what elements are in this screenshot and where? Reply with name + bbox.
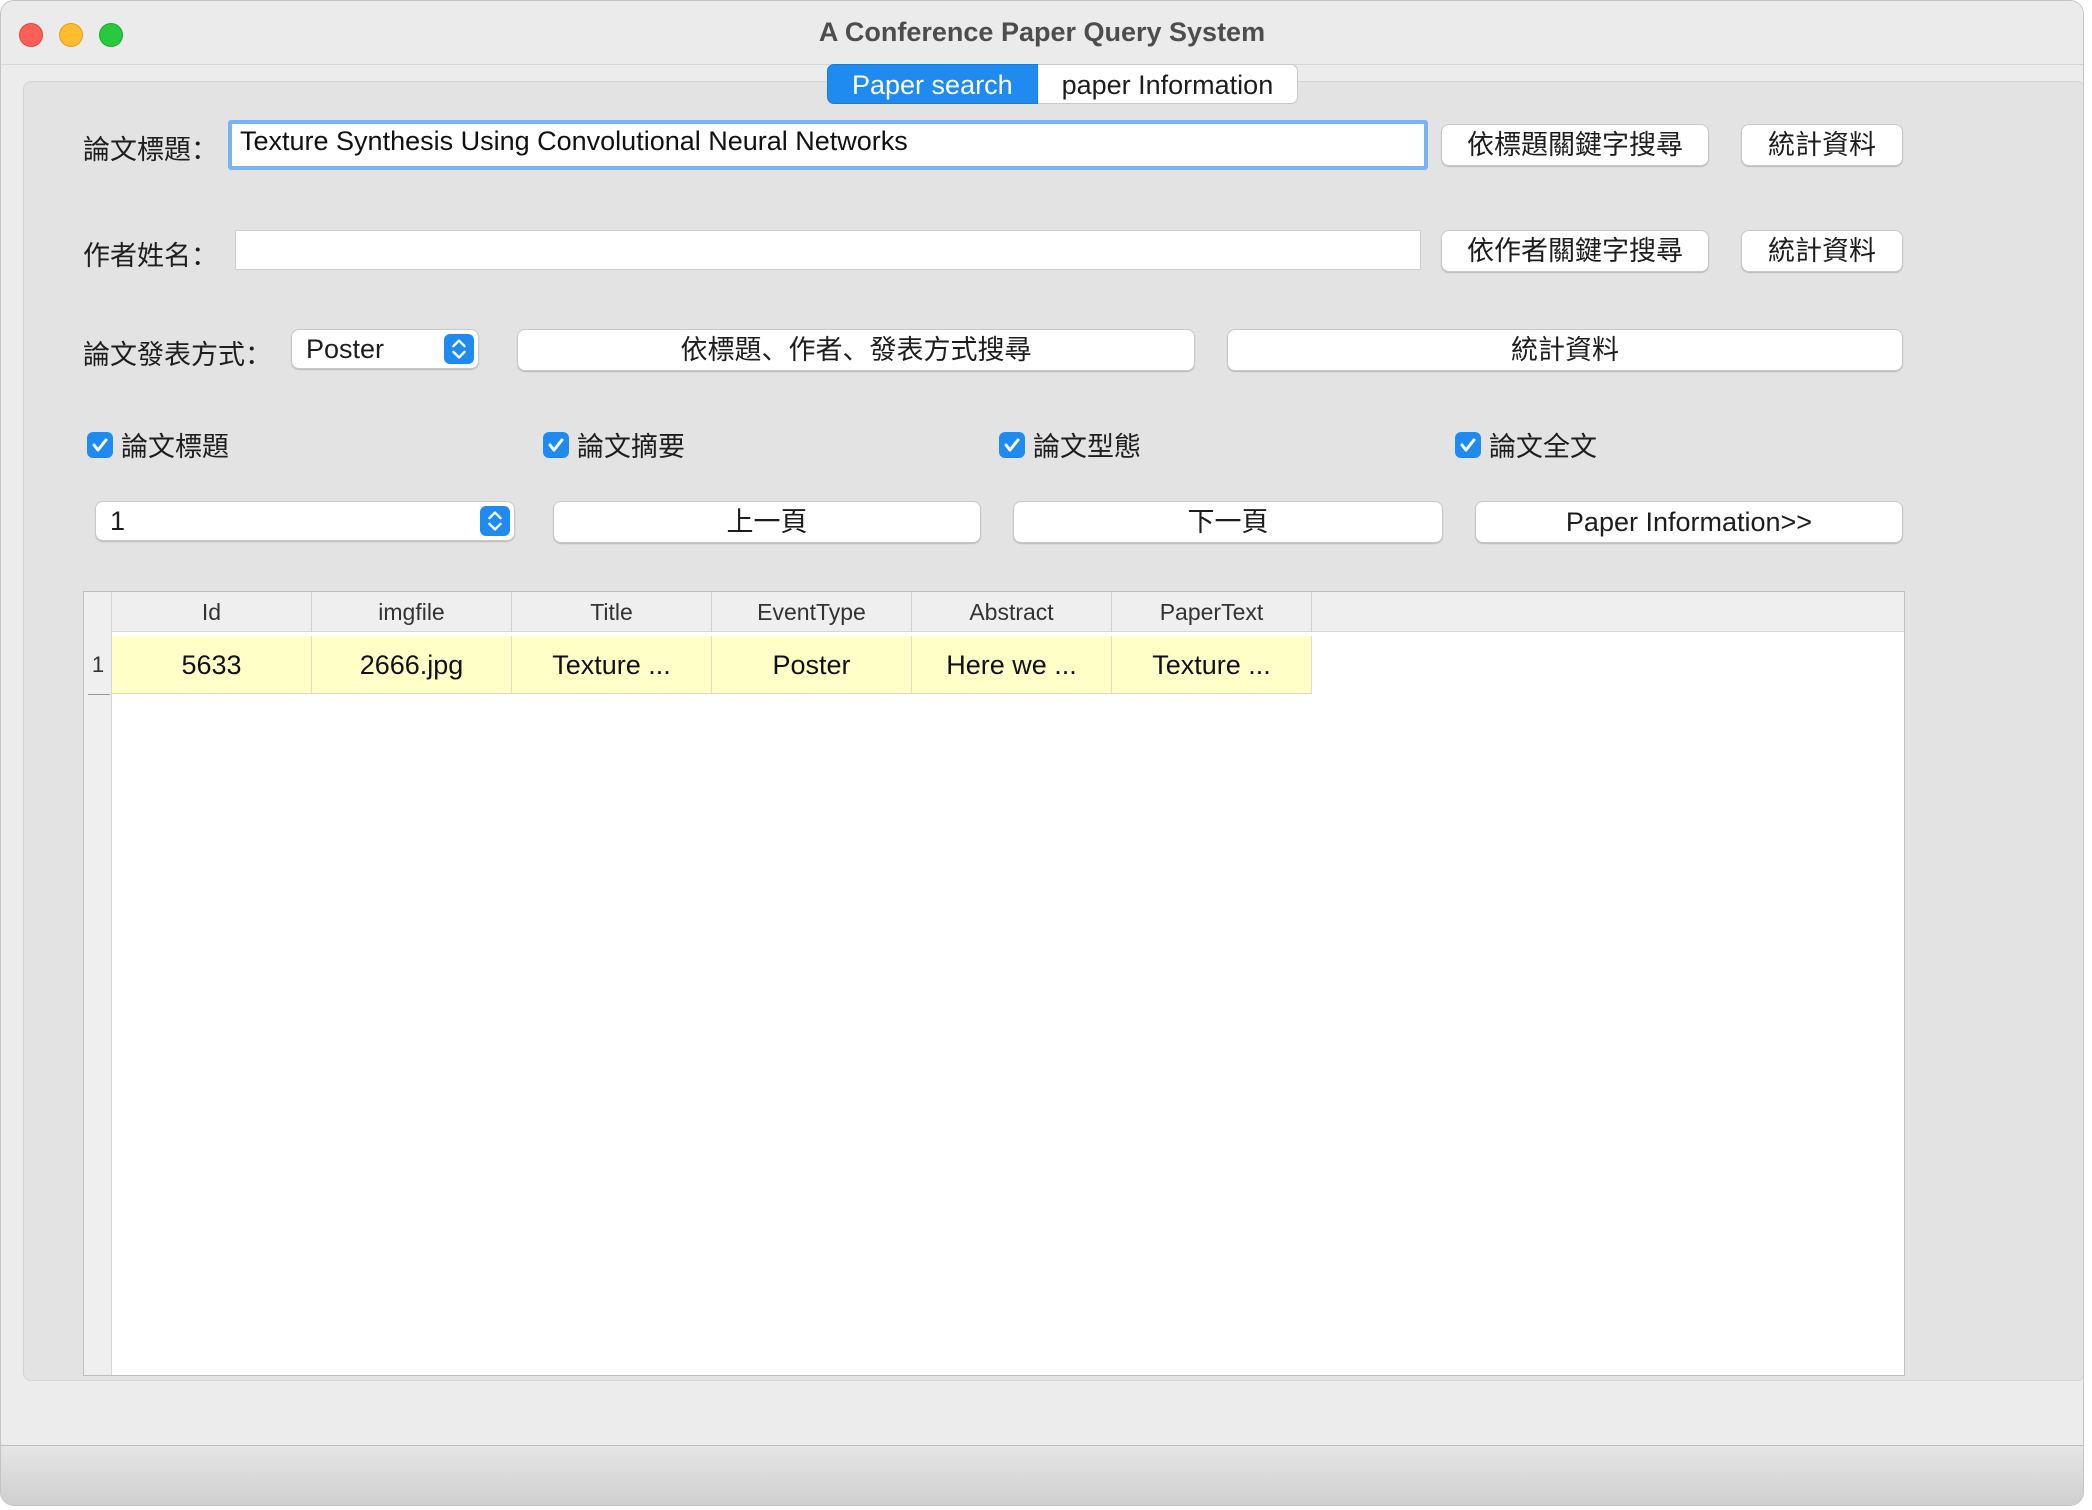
title-stats-button[interactable]: 統計資料	[1741, 124, 1903, 166]
select-stepper-icon	[444, 334, 474, 364]
checkbox-paper-title[interactable]: 論文標題	[87, 425, 229, 464]
title-bar: A Conference Paper Query System	[1, 1, 2083, 65]
checkbox-paper-type[interactable]: 論文型態	[999, 425, 1141, 464]
paper-information-button[interactable]: Paper Information>>	[1475, 501, 1903, 543]
results-table[interactable]: Id imgfile Title EventType Abstract Pape…	[83, 591, 1905, 1376]
search-by-all-button[interactable]: 依標題、作者、發表方式搜尋	[517, 329, 1195, 371]
column-header-imgfile[interactable]: imgfile	[312, 592, 512, 632]
checkbox-paper-fulltext[interactable]: 論文全文	[1455, 425, 1597, 464]
author-name-input[interactable]	[235, 230, 1421, 270]
column-header-papertext[interactable]: PaperText	[1112, 592, 1312, 632]
tab-bar: Paper search paper Information	[827, 64, 1299, 104]
publish-type-label: 論文發表方式：	[83, 340, 272, 370]
column-header-title[interactable]: Title	[512, 592, 712, 632]
row-divider	[88, 694, 110, 695]
page-select-value: 1	[110, 506, 126, 536]
select-stepper-icon	[480, 506, 510, 536]
next-page-button[interactable]: 下一頁	[1013, 501, 1443, 543]
table-cell-title[interactable]: Texture ...	[512, 636, 712, 694]
page-select[interactable]: 1	[95, 501, 515, 541]
publish-stats-button[interactable]: 統計資料	[1227, 329, 1903, 371]
window-bottom-bar	[1, 1445, 2083, 1505]
table-cell-abstract[interactable]: Here we ...	[912, 636, 1112, 694]
checkmark-icon	[1455, 431, 1481, 458]
checkmark-icon	[999, 431, 1025, 458]
checkbox-paper-abstract[interactable]: 論文摘要	[543, 425, 685, 464]
search-by-title-button[interactable]: 依標題關鍵字搜尋	[1441, 124, 1709, 166]
prev-page-button[interactable]: 上一頁	[553, 501, 981, 543]
author-name-label: 作者姓名：	[83, 241, 218, 271]
column-header-abstract[interactable]: Abstract	[912, 592, 1112, 632]
table-cell-papertext[interactable]: Texture ...	[1112, 636, 1312, 694]
search-by-author-button[interactable]: 依作者關鍵字搜尋	[1441, 230, 1709, 272]
checkbox-label: 論文標題	[121, 432, 229, 462]
publish-type-value: Poster	[306, 334, 385, 364]
checkmark-icon	[543, 431, 569, 458]
author-stats-button[interactable]: 統計資料	[1741, 230, 1903, 272]
window-title: A Conference Paper Query System	[818, 17, 1266, 47]
tab-paper-information[interactable]: paper Information	[1037, 64, 1299, 104]
column-header-id[interactable]: Id	[112, 592, 312, 632]
checkmark-icon	[87, 431, 113, 458]
paper-title-label: 論文標題：	[83, 135, 218, 165]
table-cell-id[interactable]: 5633	[112, 636, 312, 694]
app-window: A Conference Paper Query System Paper se…	[0, 0, 2084, 1506]
column-header-eventtype[interactable]: EventType	[712, 592, 912, 632]
checkbox-label: 論文型態	[1033, 432, 1141, 462]
paper-title-input[interactable]: Texture Synthesis Using Convolutional Ne…	[228, 120, 1428, 170]
table-cell-eventtype[interactable]: Poster	[712, 636, 912, 694]
tab-paper-search[interactable]: Paper search	[827, 64, 1038, 104]
row-number: 1	[91, 652, 105, 677]
publish-type-select[interactable]: Poster	[291, 329, 479, 369]
table-cell-imgfile[interactable]: 2666.jpg	[312, 636, 512, 694]
table-header: Id imgfile Title EventType Abstract Pape…	[112, 592, 1904, 632]
checkbox-label: 論文全文	[1489, 432, 1597, 462]
checkbox-label: 論文摘要	[577, 432, 685, 462]
row-header-column	[84, 592, 112, 1375]
